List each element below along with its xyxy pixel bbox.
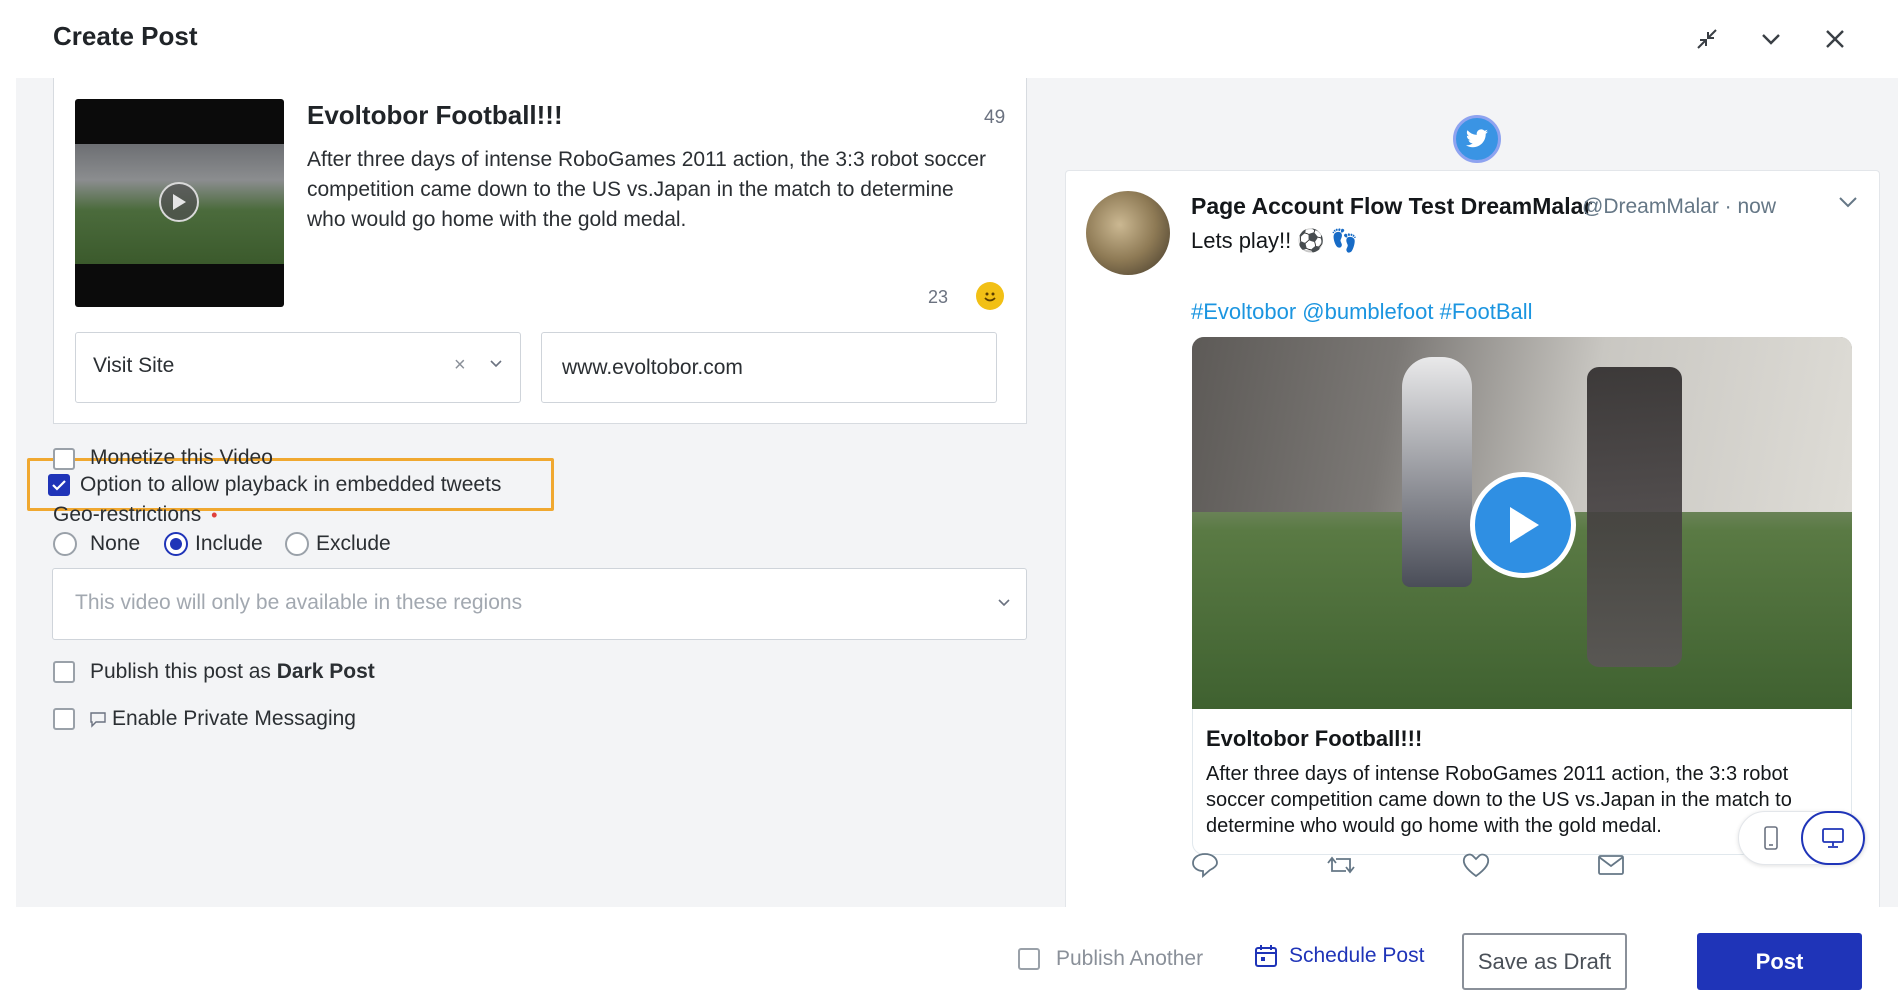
video-thumbnail[interactable] [75, 99, 284, 307]
monetize-label: Monetize this Video [90, 446, 273, 469]
tweet-hashtags[interactable]: #Evoltobor @bumblefoot #FootBall [1191, 299, 1533, 325]
like-icon[interactable] [1461, 851, 1491, 879]
geo-radio-include[interactable] [164, 532, 188, 556]
close-button[interactable] [1818, 22, 1852, 56]
dark-post-prefix: Publish this post as [90, 660, 277, 683]
play-icon [1510, 507, 1539, 543]
cta-dropdown[interactable]: Visit Site × [75, 332, 521, 403]
collapse-button[interactable] [1690, 22, 1724, 56]
region-placeholder: This video will only be available in the… [75, 591, 523, 614]
private-messaging-label: Enable Private Messaging [112, 707, 356, 730]
website-url-input[interactable] [541, 332, 997, 403]
message-icon [90, 712, 106, 728]
schedule-post-label: Schedule Post [1289, 944, 1425, 967]
playback-label: Option to allow playback in embedded twe… [80, 473, 502, 496]
retweet-icon[interactable] [1326, 851, 1356, 879]
chevron-down-icon [998, 599, 1010, 607]
monetize-checkbox[interactable] [53, 448, 75, 470]
region-dropdown[interactable]: This video will only be available in the… [52, 568, 1027, 640]
play-icon[interactable] [159, 182, 199, 222]
robot-figure [1402, 357, 1472, 587]
geo-radio-none[interactable] [53, 532, 77, 556]
tweet-text: Lets play!! ⚽ 👣 [1191, 228, 1359, 253]
avatar [1086, 191, 1170, 275]
dark-post-checkbox[interactable] [53, 661, 75, 683]
collapse-icon [1697, 29, 1717, 49]
smiley-icon[interactable] [976, 282, 1004, 310]
dark-post-bold: Dark Post [276, 660, 375, 683]
geo-option-none-label: None [90, 532, 141, 555]
geo-option-include-label: Include [195, 532, 263, 555]
robot-figure [1587, 367, 1682, 667]
chevron-down-icon[interactable] [1838, 194, 1858, 210]
dark-post-label: Publish this post as Dark Post [90, 660, 375, 684]
post-button[interactable]: Post [1697, 933, 1862, 990]
title-char-count: 49 [984, 107, 1006, 128]
calendar-icon [1255, 945, 1277, 967]
minimize-button[interactable] [1754, 22, 1788, 56]
link-title: Evoltobor Football!!! [1206, 726, 1423, 751]
reply-icon[interactable] [1190, 851, 1220, 879]
tweet-preview-card: Page Account Flow Test DreamMalar @Dream… [1065, 170, 1880, 907]
required-mark: • [211, 505, 218, 525]
publish-another-checkbox[interactable] [1018, 948, 1040, 970]
account-name: Page Account Flow Test DreamMalar [1191, 193, 1593, 219]
modal-footer: Publish Another Schedule Post Save as Dr… [0, 907, 1898, 996]
play-button[interactable] [1470, 472, 1576, 578]
playback-checkbox[interactable] [48, 474, 70, 496]
geo-option-exclude-label: Exclude [316, 532, 391, 555]
desktop-icon [1822, 828, 1844, 848]
mobile-icon [1764, 826, 1778, 850]
post-editor-panel: Evoltobor Football!!! 49 After three day… [16, 78, 1050, 907]
video-description[interactable]: After three days of intense RoboGames 20… [307, 145, 997, 235]
video-title[interactable]: Evoltobor Football!!! [307, 100, 563, 131]
post-content-card: Evoltobor Football!!! 49 After three day… [53, 78, 1027, 424]
publish-another-label: Publish Another [1056, 947, 1204, 970]
modal-header: Create Post [0, 0, 1898, 78]
desktop-preview-button[interactable] [1801, 811, 1865, 865]
geo-restrictions-label: Geo-restrictions • [53, 503, 217, 527]
private-messaging-checkbox[interactable] [53, 708, 75, 730]
description-char-count: 23 [928, 287, 949, 307]
modal-title: Create Post [53, 21, 198, 51]
device-preview-toggle [1738, 811, 1866, 865]
preview-panel: Page Account Flow Test DreamMalar @Dream… [1050, 78, 1898, 907]
close-icon [1826, 30, 1844, 48]
cta-selected-value: Visit Site [93, 354, 175, 377]
chevron-down-icon[interactable] [488, 355, 504, 371]
geo-radio-exclude[interactable] [285, 532, 309, 556]
chevron-down-icon [1762, 34, 1780, 45]
mobile-preview-button[interactable] [1739, 812, 1803, 864]
twitter-bird-icon[interactable] [1453, 115, 1501, 163]
clear-icon[interactable]: × [454, 354, 466, 377]
save-draft-button[interactable]: Save as Draft [1462, 933, 1627, 990]
schedule-post-button[interactable]: Schedule Post [1253, 943, 1424, 969]
tweet-video[interactable] [1192, 337, 1852, 709]
check-icon [52, 480, 66, 491]
account-handle: @DreamMalar · now [1582, 195, 1777, 218]
share-mail-icon[interactable] [1596, 851, 1626, 879]
geo-restrictions-text: Geo-restrictions [53, 503, 202, 526]
